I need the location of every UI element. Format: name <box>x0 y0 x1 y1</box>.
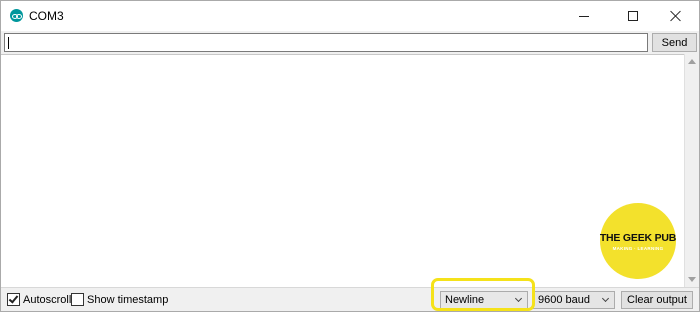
send-row: Send <box>1 31 699 53</box>
serial-monitor-window: COM3 Send THE GEEK PUB MAKING · LEARNING… <box>0 0 700 312</box>
geek-pub-logo: THE GEEK PUB MAKING · LEARNING <box>600 203 676 279</box>
window-title: COM3 <box>29 9 64 23</box>
send-button[interactable]: Send <box>652 33 697 52</box>
serial-input[interactable] <box>4 33 648 52</box>
highlight-annotation <box>431 278 535 311</box>
title-bar: COM3 <box>1 1 699 31</box>
serial-output[interactable] <box>1 54 684 287</box>
scroll-down-icon[interactable] <box>688 277 696 282</box>
vertical-scrollbar[interactable] <box>684 54 699 287</box>
arduino-icon <box>10 9 23 22</box>
chevron-down-icon <box>601 294 610 303</box>
scroll-up-icon[interactable] <box>688 59 696 64</box>
clear-output-button[interactable]: Clear output <box>621 291 693 309</box>
timestamp-checkbox[interactable] <box>71 293 84 306</box>
logo-name: THE GEEK PUB <box>599 231 677 244</box>
logo-tagline: MAKING · LEARNING <box>612 245 664 251</box>
baud-rate-select[interactable]: 9600 baud <box>533 291 615 309</box>
autoscroll-label[interactable]: Autoscroll <box>23 294 71 306</box>
autoscroll-checkbox[interactable] <box>7 293 20 306</box>
checkmark-icon <box>8 293 19 304</box>
baud-rate-value: 9600 baud <box>538 294 590 306</box>
timestamp-label[interactable]: Show timestamp <box>87 294 168 306</box>
text-cursor <box>8 37 9 49</box>
close-button[interactable] <box>653 1 699 31</box>
close-icon <box>670 10 682 22</box>
minimize-icon <box>579 15 589 17</box>
maximize-button[interactable] <box>610 1 656 31</box>
minimize-button[interactable] <box>561 1 607 31</box>
maximize-icon <box>628 11 638 21</box>
status-bar: Autoscroll Show timestamp Newline 9600 b… <box>1 287 699 311</box>
